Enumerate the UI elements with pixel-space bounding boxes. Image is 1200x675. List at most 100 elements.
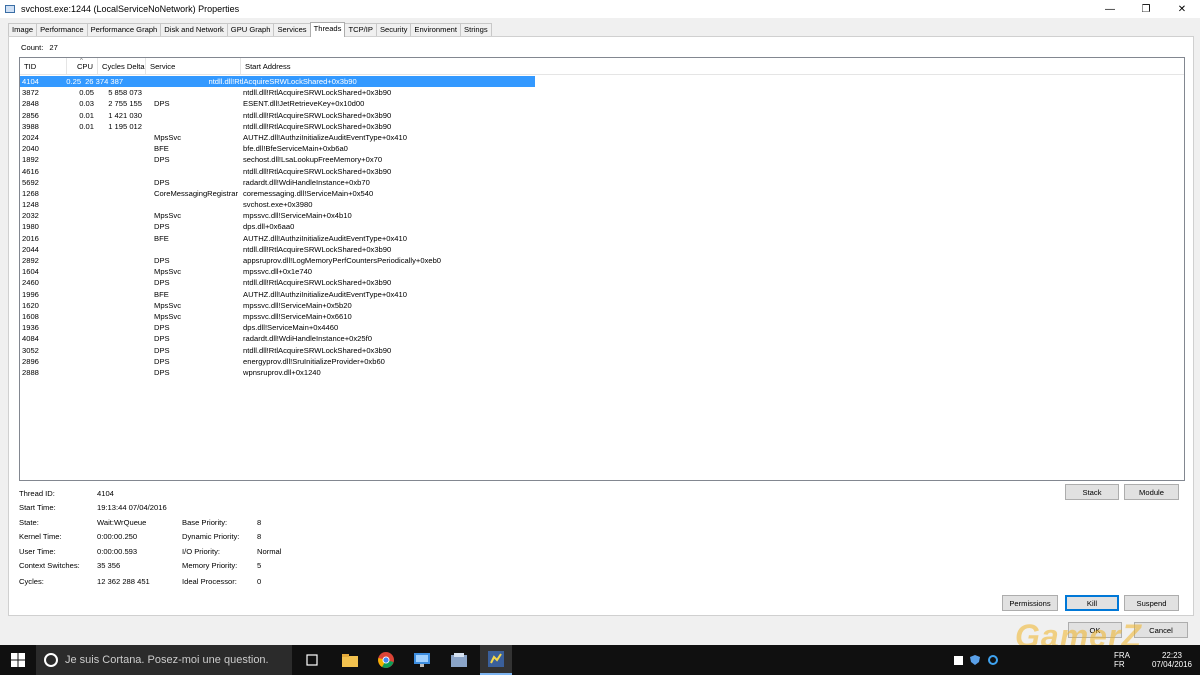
cell-start-address: ntdll.dll!RtlAcquireSRWLockShared+0x3b90	[243, 121, 392, 131]
cell-start-address: wpnsruprov.dll+0x1240	[243, 367, 321, 377]
app-button[interactable]	[444, 645, 474, 675]
cell-service: MpsSvc	[154, 311, 182, 321]
cell-cpu	[67, 311, 98, 322]
tray-shield-icon[interactable]	[968, 645, 982, 675]
tab-performance[interactable]: Performance	[36, 23, 88, 36]
close-button[interactable]: ✕	[1164, 0, 1200, 18]
tab-security[interactable]: Security	[375, 23, 412, 36]
minimize-button[interactable]: —	[1092, 0, 1128, 18]
cell-cpu	[67, 177, 98, 188]
cell-service: BFE	[154, 233, 169, 243]
tray-ie-icon[interactable]	[986, 645, 1000, 675]
table-row[interactable]: 2848 0.03 2 755 155 DPS ESENT.dll!JetRetriev…	[20, 98, 1184, 109]
cell-cpu: 0.01	[79, 110, 94, 120]
remote-desktop-button[interactable]	[408, 645, 436, 675]
cell-tid: 1604	[22, 267, 39, 277]
cell-tid: 1996	[22, 289, 39, 299]
table-row[interactable]: 1268 CoreMessagingRegistrar coremessaging.…	[20, 188, 1184, 199]
language-indicator[interactable]: FRA FR	[1114, 645, 1130, 675]
table-row[interactable]: 1980 DPS dps.dll+0x6aa0	[20, 221, 1184, 232]
cell-cycles-delta: 1 195 012	[108, 121, 142, 131]
table-row[interactable]: 1892 DPS sechost.dll!LsaLookupFreeMemory+0…	[20, 154, 1184, 165]
thread-count: Count: 27	[21, 43, 58, 52]
cell-cpu	[67, 333, 98, 344]
table-row[interactable]: 3988 0.01 1 195 012 ntdll.dll!RtlAcquireSRW…	[20, 121, 1184, 132]
table-row[interactable]: 1608 MpsSvc mpssvc.dll!ServiceMain+0x6610	[20, 311, 1184, 322]
table-row[interactable]: 2040 BFE bfe.dll!BfeServiceMain+0xb6a0	[20, 143, 1184, 154]
table-row[interactable]: 4104 0.25 26 374 387 ntdll.dll!RtlAcquireSR…	[20, 76, 535, 88]
title-bar: svchost.exe:1244 (LocalServiceNoNetwork)…	[0, 0, 1200, 18]
threads-list[interactable]: TID ^ CPU Cycles Delta Service Start Addr…	[19, 57, 1185, 481]
cell-cpu	[67, 221, 98, 232]
table-row[interactable]: 2856 0.01 1 421 030 ntdll.dll!RtlAcquireSRW…	[20, 110, 1184, 121]
table-row[interactable]: 1620 MpsSvc mpssvc.dll!ServiceMain+0x5b20	[20, 300, 1184, 311]
table-row[interactable]: 3872 0.05 5 858 073 ntdll.dll!RtlAcquireSRW…	[20, 87, 1184, 98]
detail-dynamic-priority-label: Dynamic Priority:	[182, 532, 240, 541]
table-row[interactable]: 1936 DPS dps.dll!ServiceMain+0x4460	[20, 322, 1184, 333]
table-row[interactable]: 4616 ntdll.dll!RtlAcquireSRWLockShared+0x…	[20, 166, 1184, 177]
table-row[interactable]: 1604 MpsSvc mpssvc.dll+0x1e740	[20, 266, 1184, 277]
cortana-placeholder: Je suis Cortana. Posez-moi une question.	[65, 654, 269, 666]
column-header-start-address[interactable]: Start Address	[241, 58, 641, 75]
column-header-cycles-delta[interactable]: Cycles Delta	[98, 58, 146, 75]
cell-tid: 1980	[22, 222, 39, 232]
table-row[interactable]: 1248 svchost.exe+0x3980	[20, 199, 1184, 210]
threads-panel: Count: 27 TID ^ CPU Cycles Delta Service S…	[8, 36, 1194, 616]
table-row[interactable]: 2460 DPS ntdll.dll!RtlAcquireSRWLockShared…	[20, 277, 1184, 288]
app-icon	[451, 653, 467, 667]
stack-button[interactable]: Stack	[1065, 484, 1119, 500]
table-row[interactable]: 2032 MpsSvc mpssvc.dll!ServiceMain+0x4b10	[20, 210, 1184, 221]
cell-tid: 3052	[22, 345, 39, 355]
tab-image[interactable]: Image	[8, 23, 38, 36]
tab-tcp-ip[interactable]: TCP/IP	[344, 23, 377, 36]
tab-disk-and-network[interactable]: Disk and Network	[160, 23, 228, 36]
cell-cpu	[67, 356, 98, 367]
tab-services[interactable]: Services	[273, 23, 311, 36]
tray-notification-icon[interactable]	[952, 645, 964, 675]
cell-service: MpsSvc	[154, 267, 182, 277]
table-row[interactable]: 2044 ntdll.dll!RtlAcquireSRWLockShared+0x…	[20, 244, 1184, 255]
tab-performance-graph[interactable]: Performance Graph	[86, 23, 162, 36]
kill-button[interactable]: Kill	[1065, 595, 1119, 611]
column-header-service[interactable]: Service	[146, 58, 241, 75]
tab-gpu-graph[interactable]: GPU Graph	[226, 23, 275, 36]
cell-cpu	[67, 277, 98, 288]
cell-cpu: 0.05	[79, 88, 94, 98]
table-row[interactable]: 5692 DPS radardt.dll!WdiHandleInstance+0xb…	[20, 177, 1184, 188]
start-button[interactable]	[0, 645, 36, 675]
column-header-tid[interactable]: TID	[20, 58, 67, 75]
cell-start-address: ntdll.dll!RtlAcquireSRWLockShared+0x3b90	[243, 110, 392, 120]
table-row[interactable]: 1996 BFE AUTHZ.dll!AuthziInitializeAuditEv…	[20, 289, 1184, 300]
table-row[interactable]: 2888 DPS wpnsruprov.dll+0x1240	[20, 367, 1184, 378]
file-explorer-button[interactable]	[336, 645, 364, 675]
cell-tid: 3988	[22, 121, 39, 131]
cell-cpu	[67, 210, 98, 221]
table-row[interactable]: 4084 DPS radardt.dll!WdiHandleInstance+0x2…	[20, 333, 1184, 344]
table-row[interactable]: 2016 BFE AUTHZ.dll!AuthziInitializeAuditEv…	[20, 233, 1184, 244]
process-explorer-button[interactable]	[480, 645, 512, 675]
cell-start-address: mpssvc.dll+0x1e740	[243, 267, 313, 277]
table-row[interactable]: 2896 DPS energyprov.dll!SruInitializeProvi…	[20, 356, 1184, 367]
suspend-button[interactable]: Suspend	[1124, 595, 1179, 611]
detail-memory-priority-label: Memory Priority:	[182, 561, 238, 570]
table-row[interactable]: 2024 MpsSvc AUTHZ.dll!AuthziInitializeAudi…	[20, 132, 1184, 143]
cell-start-address: radardt.dll!WdiHandleInstance+0xb70	[243, 177, 370, 187]
chrome-button[interactable]	[372, 645, 400, 675]
cell-service: DPS	[154, 155, 170, 165]
tab-threads[interactable]: Threads	[309, 22, 346, 37]
maximize-button[interactable]: ❐	[1128, 0, 1164, 18]
cell-cycles-delta	[98, 233, 146, 244]
cell-cycles-delta	[98, 345, 146, 356]
table-row[interactable]: 3052 DPS ntdll.dll!RtlAcquireSRWLockShared…	[20, 345, 1184, 356]
cancel-button[interactable]: Cancel	[1134, 622, 1188, 638]
column-header-cpu[interactable]: ^ CPU	[67, 58, 98, 75]
table-row[interactable]: 2892 DPS appsruprov.dll!LogMemoryPerfCount…	[20, 255, 1184, 266]
tab-environment[interactable]: Environment	[410, 23, 462, 36]
task-view-button[interactable]	[298, 645, 326, 675]
cell-start-address: energyprov.dll!SruInitializeProvider+0xb…	[243, 356, 385, 366]
tab-strings[interactable]: Strings	[460, 23, 492, 36]
module-button[interactable]: Module	[1124, 484, 1179, 500]
permissions-button[interactable]: Permissions	[1002, 595, 1058, 611]
cortana-search-box[interactable]: Je suis Cortana. Posez-moi une question.	[36, 645, 292, 675]
clock[interactable]: 22:23 07/04/2016	[1150, 645, 1194, 675]
